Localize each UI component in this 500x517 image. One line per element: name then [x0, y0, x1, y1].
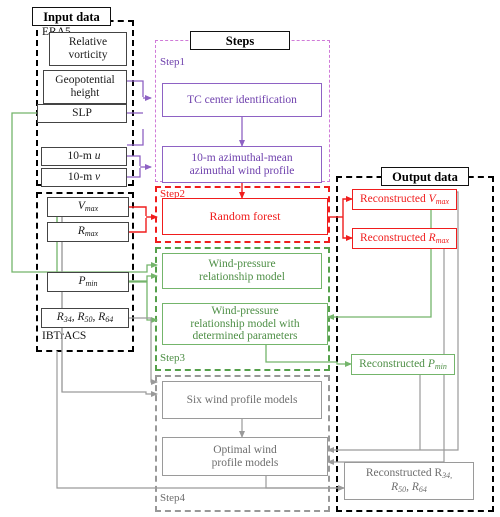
text-rec-radii-r3: , R	[406, 481, 419, 493]
text-wind-v-prefix: 10-m	[67, 171, 96, 184]
input-box-pmin[interactable]: Pmin	[47, 272, 129, 292]
text-azimuthal-l2: azimuthal wind profile	[189, 164, 295, 177]
step-box-wind-pressure-relationship-model[interactable]: Wind-pressure relationship model	[162, 253, 322, 289]
text-height: height	[70, 87, 100, 99]
input-box-wind-u[interactable]: 10-m u	[41, 147, 127, 166]
text-radii-r3: , R	[92, 311, 106, 324]
input-box-vmax[interactable]: Vmax	[47, 197, 129, 217]
text-radii-r1: R	[56, 311, 64, 324]
text-vorticity: vorticity	[68, 49, 108, 61]
input-box-wind-v-label: 10-m v	[68, 171, 100, 184]
group-title-output-label: Output data	[392, 169, 458, 184]
output-box-reconstructed-vmax[interactable]: Reconstructed Vmax	[352, 189, 457, 210]
step-box-optimal-wind-profile-models[interactable]: Optimal wind profile models	[162, 437, 328, 476]
text-rec-pmin-subscript: min	[434, 361, 447, 371]
output-box-reconstructed-radii[interactable]: Reconstructed R34, R50, R64	[344, 462, 474, 500]
text-rec-radii-64: 64	[418, 485, 427, 494]
input-box-geopotential-height-label: Geopotential height	[55, 74, 114, 100]
input-box-radii[interactable]: R34, R50, R64	[41, 308, 129, 328]
group-title-steps: Steps	[190, 31, 290, 50]
input-box-wind-u-label: 10-m u	[68, 150, 101, 163]
input-box-wind-v[interactable]: 10-m v	[41, 168, 127, 187]
step-box-wind-pressure-relationship-model-determined[interactable]: Wind-pressure relationship model with de…	[162, 303, 328, 345]
text-relative: Relative	[68, 36, 108, 49]
output-box-reconstructed-rmax-label: Reconstructed Rmax	[360, 232, 449, 246]
output-box-reconstructed-pmin-label: Reconstructed Pmin	[359, 358, 447, 372]
text-vmax-subscript: max	[84, 204, 99, 214]
text-radii-34: 34	[63, 315, 72, 325]
output-box-reconstructed-pmin[interactable]: Reconstructed Pmin	[351, 354, 455, 375]
step-box-six-models-label: Six wind profile models	[186, 393, 298, 406]
text-rec-prefix-vmax: Reconstructed	[359, 192, 429, 205]
text-wprd-l3: determined parameters	[192, 330, 298, 343]
text-rec-radii-prefix: Reconstructed R	[365, 467, 443, 480]
text-radii-64: 64	[105, 315, 114, 325]
text-rec-rmax-symbol: R	[428, 231, 436, 244]
input-box-relative-vorticity[interactable]: Relative vorticity	[49, 32, 127, 66]
step-box-tc-center-label: TC center identification	[187, 93, 297, 106]
step-box-azimuthal-wind-profile[interactable]: 10-m azimuthal-mean azimuthal wind profi…	[162, 146, 322, 183]
group-title-output-data: Output data	[381, 167, 469, 186]
text-pmin-symbol: P	[78, 275, 86, 288]
output-box-reconstructed-vmax-label: Reconstructed Vmax	[360, 193, 449, 207]
step-box-optimal-label: Optimal wind profile models	[212, 444, 279, 470]
step-box-wprd-label: Wind-pressure relationship model with de…	[190, 305, 299, 344]
text-wind-v-symbol: v	[95, 171, 101, 184]
text-optimal-l1: Optimal wind	[213, 443, 277, 456]
text-wpr-l2: relationship model	[199, 271, 285, 283]
text-rec-vmax-symbol: V	[428, 192, 436, 205]
step-box-tc-center-identification[interactable]: TC center identification	[162, 83, 322, 117]
flowchart-canvas: Input data Steps Output data ERA5 IBTrAC…	[0, 0, 500, 517]
input-box-relative-vorticity-label: Relative vorticity	[69, 36, 108, 62]
text-rec-radii-50: 50	[398, 485, 407, 494]
text-rec-vmax-subscript: max	[435, 196, 450, 206]
text-rmax-symbol: R	[77, 225, 85, 238]
text-rec-radii-34: 34,	[442, 471, 453, 481]
step-box-six-wind-profile-models[interactable]: Six wind profile models	[162, 381, 322, 419]
text-vmax-symbol: V	[77, 200, 85, 213]
input-box-vmax-label: Vmax	[78, 200, 98, 214]
text-wpr-l1: Wind-pressure	[208, 258, 276, 271]
text-radii-50: 50	[84, 315, 93, 325]
step-box-random-forest-label: Random forest	[209, 208, 281, 223]
input-box-radii-label: R34, R50, R64	[57, 311, 114, 325]
input-box-rmax-label: Rmax	[78, 225, 98, 239]
text-pmin-subscript: min	[85, 279, 98, 289]
text-wind-u-prefix: 10-m	[67, 150, 95, 163]
text-wprd-l2: relationship model with	[190, 317, 300, 330]
input-box-slp-label: SLP	[72, 107, 92, 120]
step-box-random-forest[interactable]: Random forest	[162, 198, 328, 235]
text-wind-u-symbol: u	[94, 150, 101, 163]
text-geopotential: Geopotential	[55, 74, 115, 87]
output-box-reconstructed-radii-label: Reconstructed R34, R50, R64	[366, 467, 452, 495]
input-box-geopotential-height[interactable]: Geopotential height	[43, 70, 127, 104]
group-title-input-label: Input data	[43, 9, 100, 24]
text-wprd-l1: Wind-pressure	[211, 304, 279, 317]
input-box-rmax[interactable]: Rmax	[47, 222, 129, 242]
text-radii-r2: , R	[71, 311, 85, 324]
text-azimuthal-l1: 10-m azimuthal-mean	[191, 151, 293, 164]
input-box-pmin-label: Pmin	[78, 275, 97, 289]
group-title-input-data: Input data	[32, 7, 111, 26]
output-box-reconstructed-rmax[interactable]: Reconstructed Rmax	[352, 228, 457, 249]
input-box-slp[interactable]: SLP	[37, 104, 127, 123]
text-optimal-l2: profile models	[211, 456, 279, 469]
text-rec-prefix-rmax: Reconstructed	[359, 231, 429, 244]
text-rmax-subscript: max	[84, 229, 99, 239]
step-box-wpr-label: Wind-pressure relationship model	[199, 258, 285, 284]
text-rec-rmax-subscript: max	[435, 235, 450, 245]
text-rec-prefix-pmin: Reconstructed	[359, 357, 428, 370]
step-box-azimuthal-label: 10-m azimuthal-mean azimuthal wind profi…	[190, 152, 295, 178]
text-rec-pmin-symbol: P	[427, 357, 435, 370]
group-title-steps-label: Steps	[225, 33, 255, 48]
